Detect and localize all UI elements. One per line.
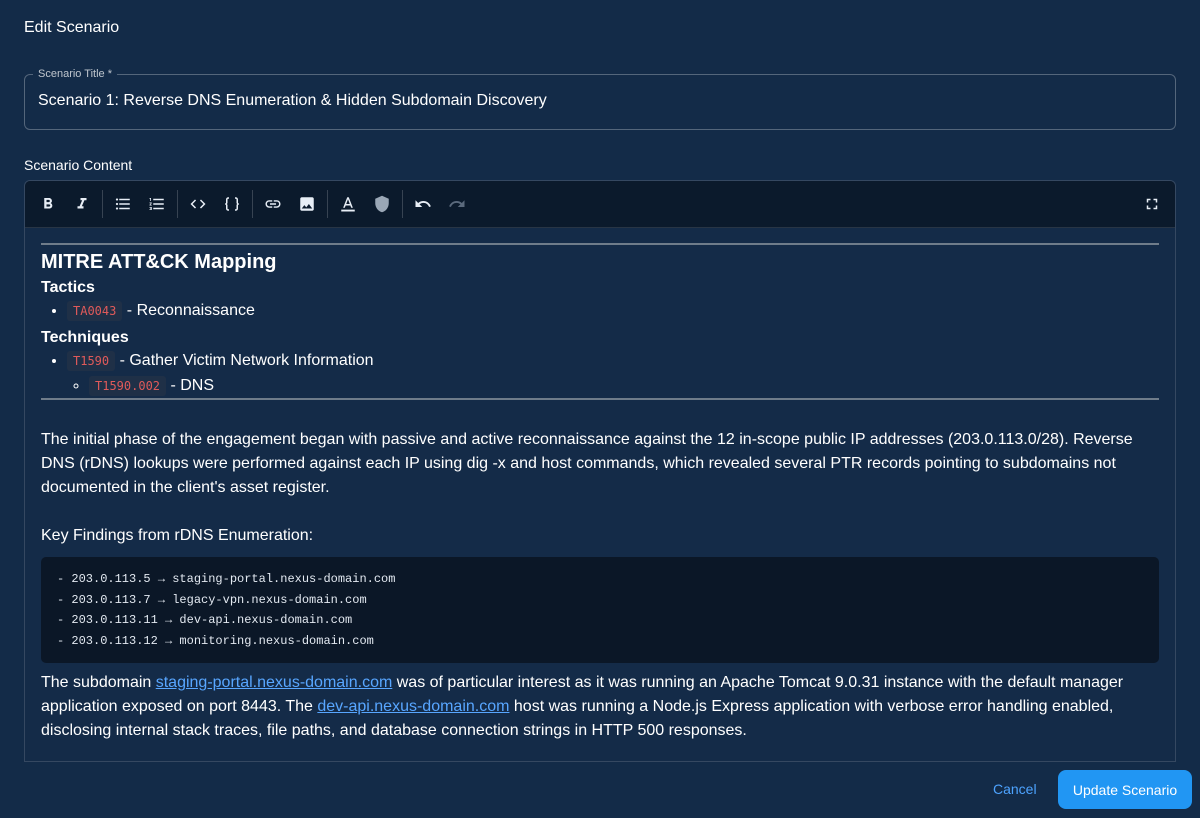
- inline-code-icon[interactable]: [181, 189, 215, 219]
- tactic-code: TA0043: [67, 301, 123, 321]
- findings-heading: Key Findings from rDNS Enumeration:: [41, 527, 314, 544]
- horizontal-rule: [41, 398, 1159, 400]
- subtechnique-code: T1590.002: [89, 376, 167, 396]
- tactics-list: TA0043 - Reconnaissance: [41, 299, 1159, 323]
- dialog-title: Edit Scenario: [24, 19, 120, 36]
- details-paragraph: The subdomain staging-portal.nexus-domai…: [41, 671, 1159, 743]
- intro-paragraph: The initial phase of the engagement bega…: [41, 431, 1133, 496]
- horizontal-rule: [41, 243, 1159, 245]
- subtechnique-text: - DNS: [166, 377, 215, 394]
- rich-text-editor[interactable]: MITRE ATT&CK Mapping Tactics TA0043 - Re…: [24, 180, 1176, 762]
- mitre-heading: MITRE ATT&CK Mapping: [41, 251, 277, 273]
- list-item: TA0043 - Reconnaissance: [67, 299, 1159, 323]
- techniques-list: T1590 - Gather Victim Network Informatio…: [41, 349, 1159, 398]
- code-line: - 203.0.113.11 → dev-api.nexus-domain.co…: [57, 613, 353, 627]
- link-icon[interactable]: [256, 189, 290, 219]
- toolbar-divider: [327, 190, 328, 218]
- bold-icon[interactable]: [31, 189, 65, 219]
- scenario-title-field[interactable]: Scenario Title *: [24, 67, 1176, 130]
- bullet-list-icon[interactable]: [106, 189, 140, 219]
- toolbar-divider: [102, 190, 103, 218]
- text-color-icon[interactable]: [331, 189, 365, 219]
- list-item: T1590.002 - DNS: [89, 374, 1159, 398]
- italic-icon[interactable]: [65, 189, 99, 219]
- highlight-icon[interactable]: [365, 189, 399, 219]
- code-block: - 203.0.113.5 → staging-portal.nexus-dom…: [41, 557, 1159, 663]
- undo-icon[interactable]: [406, 189, 440, 219]
- dev-api-link[interactable]: dev-api.nexus-domain.com: [317, 698, 509, 715]
- techniques-heading: Techniques: [41, 329, 129, 346]
- fullscreen-icon[interactable]: [1135, 189, 1169, 219]
- numbered-list-icon[interactable]: [140, 189, 174, 219]
- code-line: - 203.0.113.5 → staging-portal.nexus-dom…: [57, 572, 396, 586]
- image-icon[interactable]: [290, 189, 324, 219]
- toolbar-divider: [177, 190, 178, 218]
- technique-text: - Gather Victim Network Information: [115, 352, 374, 369]
- toolbar-divider: [252, 190, 253, 218]
- technique-code: T1590: [67, 351, 116, 371]
- cancel-button[interactable]: Cancel: [993, 781, 1037, 797]
- tactic-text: - Reconnaissance: [122, 302, 255, 319]
- update-scenario-button[interactable]: Update Scenario: [1058, 770, 1192, 809]
- editor-toolbar: [25, 181, 1175, 228]
- staging-portal-link[interactable]: staging-portal.nexus-domain.com: [156, 674, 393, 691]
- redo-icon[interactable]: [440, 189, 474, 219]
- toolbar-divider: [402, 190, 403, 218]
- code-line: - 203.0.113.12 → monitoring.nexus-domain…: [57, 633, 374, 648]
- subtechnique-list: T1590.002 - DNS: [67, 374, 1159, 398]
- scenario-title-input[interactable]: [38, 92, 1158, 110]
- code-line: - 203.0.113.7 → legacy-vpn.nexus-domain.…: [57, 592, 367, 607]
- code-block-icon[interactable]: [215, 189, 249, 219]
- tactics-heading: Tactics: [41, 279, 95, 296]
- scenario-content-label: Scenario Content: [24, 157, 133, 173]
- list-item: T1590 - Gather Victim Network Informatio…: [67, 349, 1159, 398]
- paragraph-text: The subdomain: [41, 674, 156, 691]
- scenario-title-label: Scenario Title *: [33, 67, 117, 81]
- editor-content[interactable]: MITRE ATT&CK Mapping Tactics TA0043 - Re…: [41, 243, 1159, 743]
